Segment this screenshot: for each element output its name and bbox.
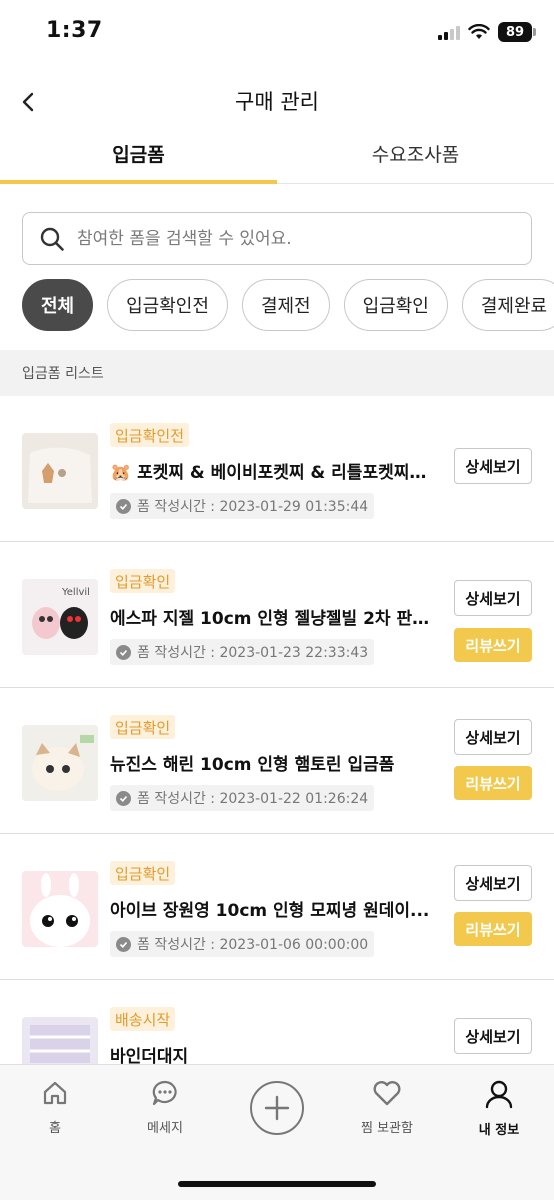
add-button[interactable] <box>250 1081 304 1135</box>
wifi-icon <box>468 24 490 39</box>
svg-text:Yellvil: Yellvil <box>61 587 90 598</box>
search-bar[interactable] <box>22 212 532 265</box>
item-timestamp: 폼 작성시간 : 2023-01-06 00:00:00 <box>110 931 375 957</box>
tab-deposit-form[interactable]: 입금폼 <box>0 128 277 184</box>
battery-indicator: 89 <box>498 22 536 42</box>
tab-demand-survey-form[interactable]: 수요조사폼 <box>277 128 554 183</box>
chat-bubble-icon <box>152 1080 177 1106</box>
cellular-signal-icon <box>438 24 460 40</box>
nav-message-label: 메세지 <box>147 1121 183 1136</box>
review-button[interactable]: 리뷰쓰기 <box>454 766 532 800</box>
item-timestamp: 폼 작성시간 : 2023-01-22 01:26:24 <box>110 785 375 811</box>
home-icon <box>43 1081 67 1105</box>
filter-chips: 전체 입금확인전 결제전 입금확인 결제완료 <box>22 279 554 331</box>
item-timestamp-text: 폼 작성시간 : 2023-01-23 22:33:43 <box>137 645 369 661</box>
nav-message[interactable]: 메세지 <box>110 1079 220 1136</box>
item-thumbnail <box>22 871 98 947</box>
nav-saved[interactable]: 찜 보관함 <box>332 1079 442 1136</box>
detail-button[interactable]: 상세보기 <box>454 1018 532 1054</box>
nav-my-info-label: 내 정보 <box>478 1123 520 1138</box>
filter-all[interactable]: 전체 <box>22 279 94 331</box>
heart-icon <box>373 1081 401 1106</box>
review-button[interactable]: 리뷰쓰기 <box>454 912 532 946</box>
tab-bar: 입금폼 수요조사폼 <box>0 128 554 184</box>
nav-my-info[interactable]: 내 정보 <box>444 1079 554 1138</box>
item-thumbnail: Yellvil <box>22 579 98 655</box>
list-item[interactable]: 입금확인 뉴진스 해린 10cm 인형 햄토린 입금폼 폼 작성시간 : 202… <box>0 688 554 834</box>
filter-deposit-confirmed[interactable]: 입금확인 <box>343 279 448 331</box>
list-item[interactable]: 입금확인전 🐹 포켓찌 & 베이비포켓찌 & 리틀포켓찌 ... 폼 작성시간 … <box>0 396 554 542</box>
search-icon <box>40 227 64 251</box>
header: 구매 관리 <box>0 72 554 132</box>
section-title: 입금폼 리스트 <box>0 350 554 396</box>
page-title: 구매 관리 <box>235 90 319 114</box>
detail-button[interactable]: 상세보기 <box>454 719 532 755</box>
item-timestamp-text: 폼 작성시간 : 2023-01-06 00:00:00 <box>137 937 369 953</box>
plus-icon <box>264 1095 290 1121</box>
status-badge: 입금확인 <box>110 715 176 739</box>
check-icon <box>116 936 131 952</box>
detail-button[interactable]: 상세보기 <box>454 865 532 901</box>
item-timestamp: 폼 작성시간 : 2023-01-23 22:33:43 <box>110 639 375 665</box>
status-badge: 입금확인 <box>110 569 176 593</box>
status-badge: 배송시작 <box>110 1007 176 1031</box>
check-icon <box>116 498 131 514</box>
status-time: 1:37 <box>46 18 103 43</box>
deposit-form-list: 입금확인전 🐹 포켓찌 & 베이비포켓찌 & 리틀포켓찌 ... 폼 작성시간 … <box>0 396 554 1126</box>
status-bar: 1:37 89 <box>0 0 554 66</box>
user-icon <box>485 1080 513 1109</box>
status-badge: 입금확인전 <box>110 423 190 447</box>
review-button[interactable]: 리뷰쓰기 <box>454 628 532 662</box>
bottom-navigation: 홈 메세지 찜 보관함 내 정보 <box>0 1064 554 1200</box>
search-input[interactable] <box>77 228 497 249</box>
item-title: 아이브 장원영 10cm 인형 모찌녕 원데이... <box>110 901 430 921</box>
item-timestamp-text: 폼 작성시간 : 2023-01-22 01:26:24 <box>137 791 369 807</box>
detail-button[interactable]: 상세보기 <box>454 448 532 484</box>
nav-home-label: 홈 <box>49 1121 61 1136</box>
filter-before-payment[interactable]: 결제전 <box>241 279 330 331</box>
detail-button[interactable]: 상세보기 <box>454 580 532 616</box>
check-icon <box>116 644 131 660</box>
item-thumbnail <box>22 433 98 509</box>
check-icon <box>116 790 131 806</box>
filter-payment-complete[interactable]: 결제완료 <box>461 279 554 331</box>
item-title: 에스파 지젤 10cm 인형 젤냥젤빌 2차 판... <box>110 609 430 629</box>
status-badge: 입금확인 <box>110 861 176 885</box>
item-title: 🐹 포켓찌 & 베이비포켓찌 & 리틀포켓찌 ... <box>110 463 430 483</box>
home-indicator[interactable] <box>178 1181 376 1187</box>
status-icons: 89 <box>438 22 536 42</box>
nav-home[interactable]: 홈 <box>0 1079 110 1136</box>
item-thumbnail <box>22 725 98 801</box>
filter-before-deposit-check[interactable]: 입금확인전 <box>107 279 228 331</box>
item-timestamp-text: 폼 작성시간 : 2023-01-29 01:35:44 <box>137 499 369 515</box>
list-item[interactable]: Yellvil 입금확인 에스파 지젤 10cm 인형 젤냥젤빌 2차 판...… <box>0 542 554 688</box>
nav-saved-label: 찜 보관함 <box>361 1121 413 1136</box>
list-item[interactable]: 입금확인 아이브 장원영 10cm 인형 모찌녕 원데이... 폼 작성시간 :… <box>0 834 554 980</box>
item-title: 뉴진스 해린 10cm 인형 햄토린 입금폼 <box>110 755 395 775</box>
item-timestamp: 폼 작성시간 : 2023-01-29 01:35:44 <box>110 493 375 519</box>
